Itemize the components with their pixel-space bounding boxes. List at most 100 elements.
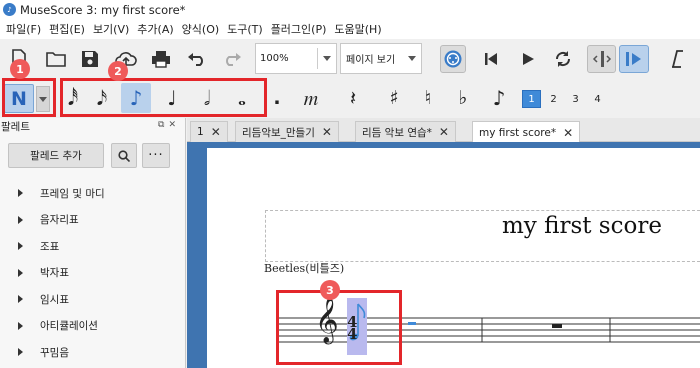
more-options-label: ···: [148, 148, 164, 163]
chevron-down-icon: [408, 56, 416, 61]
menu-file[interactable]: 파일(F): [4, 21, 47, 37]
step-marker-2-label: 2: [114, 64, 122, 78]
score-title[interactable]: my first score: [502, 213, 662, 239]
zoom-value: 100%: [260, 53, 289, 64]
redo-icon[interactable]: [219, 45, 245, 73]
voice-2-button[interactable]: 2: [544, 90, 563, 108]
menu-view[interactable]: 보기(V): [91, 21, 135, 37]
menu-add[interactable]: 추가(A): [135, 21, 179, 37]
dot-glyph: .: [273, 87, 281, 109]
tab-my-first-score[interactable]: my first score* ✕: [472, 121, 581, 143]
close-icon[interactable]: ✕: [439, 125, 449, 139]
tie-glyph: 𝆐: [303, 86, 319, 110]
menu-plugins[interactable]: 플러그인(P): [269, 21, 333, 37]
float-icon[interactable]: ⧉: [158, 120, 168, 130]
highlight-box-durations: [60, 78, 267, 117]
zoom-divider: [317, 48, 318, 69]
tie-button[interactable]: 𝆐: [296, 83, 326, 113]
menu-edit[interactable]: 편집(E): [47, 21, 91, 37]
zoom-select[interactable]: 100%: [255, 43, 337, 74]
palette-item-ornaments[interactable]: 꾸밈음: [0, 339, 186, 366]
palette-item-label: 꾸밈음: [40, 346, 69, 359]
search-icon[interactable]: [111, 143, 137, 168]
chevron-down-icon: [323, 56, 331, 61]
print-icon[interactable]: [148, 45, 174, 73]
voice-3-label: 3: [572, 93, 579, 105]
pan-icon[interactable]: [587, 45, 616, 73]
close-icon[interactable]: ✕: [211, 125, 221, 139]
rewind-icon[interactable]: [478, 45, 504, 73]
palette-item-accidentals[interactable]: 임시표: [0, 286, 186, 313]
loop-icon[interactable]: [550, 45, 576, 73]
metronome-icon[interactable]: [619, 45, 649, 73]
natural-glyph: ♮: [424, 87, 432, 109]
tab-label: my first score*: [479, 126, 557, 139]
play-icon[interactable]: [515, 45, 541, 73]
tab-rhythm-making[interactable]: 리듬악보_만들기 ✕: [235, 121, 339, 142]
tab-score-1[interactable]: 1 ✕: [190, 121, 228, 142]
palette-item-articulations[interactable]: 아티큘레이션: [0, 313, 186, 340]
open-folder-icon[interactable]: [43, 45, 69, 73]
voice-4-label: 4: [594, 93, 601, 105]
score-canvas[interactable]: my first score Beetles(비틀즈) 𝄞 4 4: [187, 142, 700, 368]
highlight-box-first-note: [276, 290, 402, 365]
close-icon[interactable]: ✕: [563, 126, 573, 140]
close-icon[interactable]: ✕: [168, 120, 180, 130]
rest-button[interactable]: 𝄽: [340, 83, 366, 113]
midi-input-icon[interactable]: [440, 45, 466, 73]
tab-label: 리듬악보_만들기: [242, 126, 315, 139]
expand-arrow-icon: [18, 242, 23, 251]
score-composer[interactable]: Beetles(비틀즈): [264, 260, 344, 276]
palette-item-label: 조표: [40, 240, 60, 253]
flip-direction-button[interactable]: ♪: [486, 83, 512, 113]
flat-glyph: ♭: [458, 87, 468, 109]
step-marker-2: 2: [108, 61, 128, 81]
palette-header: 팔레트 ⧉✕: [0, 118, 185, 135]
window-title: MuseScore 3: my first score*: [20, 2, 186, 17]
palette-item-label: 아티큘레이션: [40, 320, 98, 333]
panel-controls: ⧉✕: [158, 120, 180, 130]
flat-button[interactable]: ♭: [452, 83, 474, 113]
rest-glyph: 𝄽: [349, 86, 357, 110]
voice-4-button[interactable]: 4: [588, 90, 607, 108]
score-info-icon[interactable]: [665, 45, 691, 73]
view-mode-select[interactable]: 페이지 보기: [340, 43, 422, 74]
voice-1-label: 1: [528, 93, 535, 105]
undo-icon[interactable]: [184, 45, 210, 73]
expand-arrow-icon: [18, 321, 23, 330]
expand-arrow-icon: [18, 348, 23, 357]
step-marker-1: 1: [10, 59, 30, 79]
close-icon[interactable]: ✕: [322, 125, 332, 139]
palette-item-clefs[interactable]: 음자리표: [0, 207, 186, 234]
tab-rhythm-practice[interactable]: 리듬 악보 연습* ✕: [355, 121, 456, 142]
voice-1-button[interactable]: 1: [522, 90, 541, 108]
natural-button[interactable]: ♮: [417, 83, 439, 113]
tab-label: 1: [197, 126, 204, 138]
flip-glyph: ♪: [492, 86, 506, 110]
palette-list: 프레임 및 마디 음자리표 조표 박자표 임시표 아티큘레이션 꾸밈음: [0, 180, 186, 366]
musescore-icon: ♪: [3, 3, 16, 16]
augmentation-dot-button[interactable]: .: [268, 83, 286, 113]
palette-item-frames[interactable]: 프레임 및 마디: [0, 180, 186, 207]
score-tab-bar: 1 ✕ 리듬악보_만들기 ✕ 리듬 악보 연습* ✕ my first score* ✕: [187, 118, 700, 143]
menu-bar: 파일(F) 편집(E) 보기(V) 추가(A) 양식(O) 도구(T) 플러그인…: [0, 19, 700, 39]
add-palette-button[interactable]: 팔레드 추가: [8, 143, 104, 168]
sharp-button[interactable]: ♯: [383, 83, 405, 113]
menu-help[interactable]: 도움말(H): [332, 21, 387, 37]
palette-item-label: 임시표: [40, 293, 69, 306]
main-toolbar: 100% 페이지 보기: [0, 39, 700, 80]
menu-format[interactable]: 양식(O): [180, 21, 225, 37]
menu-tools[interactable]: 도구(T): [225, 21, 269, 37]
expand-arrow-icon: [18, 295, 23, 304]
save-icon[interactable]: [77, 45, 103, 73]
palette-item-key-signatures[interactable]: 조표: [0, 233, 186, 260]
highlight-box-input-mode: [2, 78, 56, 117]
sharp-glyph: ♯: [389, 87, 399, 109]
palette-item-label: 박자표: [40, 267, 69, 280]
expand-arrow-icon: [18, 268, 23, 277]
more-options-button[interactable]: ···: [142, 143, 170, 168]
add-palette-label: 팔레드 추가: [30, 150, 82, 162]
palette-item-time-signatures[interactable]: 박자표: [0, 260, 186, 287]
voice-3-button[interactable]: 3: [566, 90, 585, 108]
voice-2-label: 2: [550, 93, 557, 105]
